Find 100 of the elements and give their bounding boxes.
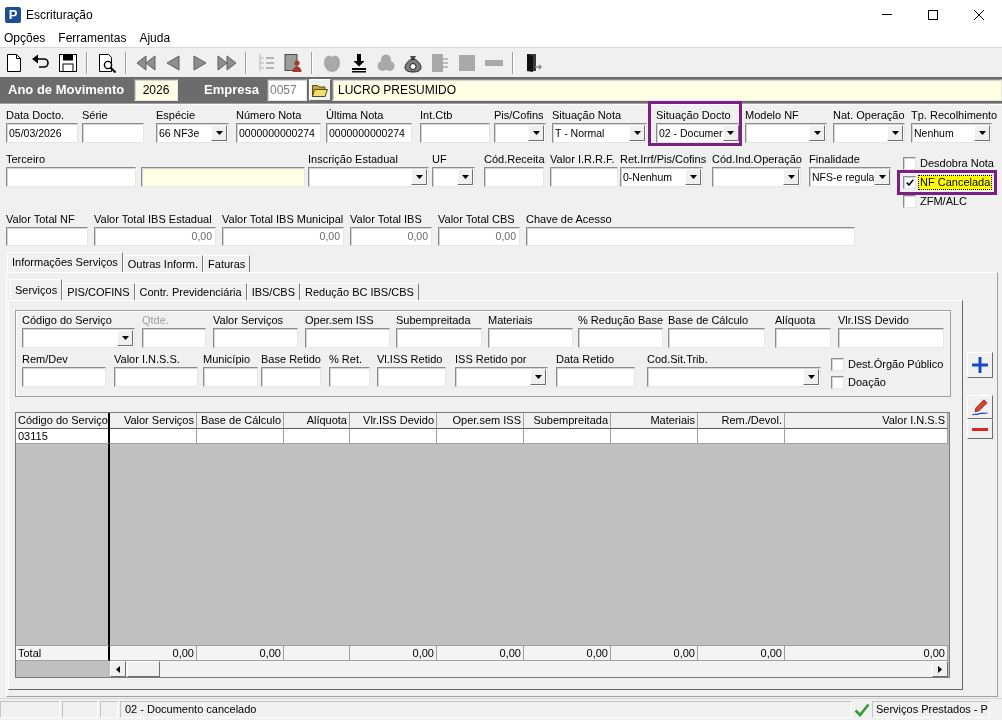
checkbox[interactable] [903, 176, 916, 189]
dropdown[interactable]: T - Normal [552, 123, 647, 143]
caret-icon [874, 169, 891, 185]
input-field[interactable] [488, 328, 573, 348]
cluster-icon [375, 52, 396, 73]
field-label: Cód.Ind.Operação [712, 152, 802, 167]
input-field[interactable] [141, 167, 305, 187]
column-header: Vlr.ISS Devido [350, 413, 437, 429]
checkbox[interactable] [903, 195, 916, 208]
input-field[interactable] [114, 367, 198, 387]
input-field[interactable]: 0,00 [94, 227, 216, 246]
input-field[interactable] [838, 328, 944, 348]
input-field[interactable] [484, 167, 544, 187]
caret-icon [722, 125, 739, 141]
input-field[interactable]: 0,00 [438, 227, 520, 246]
dropdown[interactable]: NFS-e regula [809, 167, 891, 187]
menu-item[interactable]: Opções [4, 32, 46, 44]
dropdown[interactable]: 66 NF3e [156, 123, 229, 143]
input-field[interactable] [142, 328, 206, 348]
input-field[interactable]: LUCRO PRESUMIDO [332, 79, 1002, 101]
menu-item[interactable]: Ajuda [139, 32, 171, 44]
field-label: Situação Nota [552, 108, 622, 123]
dropdown[interactable] [308, 167, 429, 187]
dropdown[interactable]: 02 - Documer [656, 123, 739, 143]
dropdown[interactable] [745, 123, 827, 143]
tab[interactable]: Redução BC IBS/CBS [300, 283, 419, 300]
input-field[interactable] [420, 123, 490, 143]
input-field[interactable] [578, 328, 663, 348]
field-label: Última Nota [326, 108, 384, 123]
checkbox-label: NF Cancelada [918, 175, 993, 190]
scrollbar-thumb[interactable] [127, 661, 160, 677]
caret-icon [629, 125, 645, 141]
field-label: % Ret. [329, 352, 362, 367]
tab[interactable]: IBS/CBS [246, 283, 301, 300]
square-icon [456, 52, 477, 73]
checkbox[interactable] [831, 375, 844, 389]
tab[interactable]: PIS/COFINS [62, 283, 135, 300]
field-label: Série [82, 108, 108, 123]
input-field[interactable] [526, 227, 855, 246]
input-field[interactable] [6, 167, 136, 187]
column-header: Oper.sem ISS [437, 413, 524, 429]
dropdown[interactable] [712, 167, 801, 187]
scroll-left-icon[interactable] [110, 661, 126, 677]
dropdown[interactable] [647, 367, 821, 387]
input-field[interactable]: 0000000000274 [236, 123, 321, 143]
input-field[interactable] [775, 328, 831, 348]
menu-item[interactable]: Ferramentas [58, 32, 127, 44]
field-label: Base Retido [261, 352, 321, 367]
bar-icon [484, 59, 503, 66]
dropdown[interactable]: Nenhum [911, 123, 992, 143]
field-label: Ret.Irrf/Pis/Cofins [620, 152, 707, 167]
tab[interactable]: Contr. Previdenciária [134, 283, 247, 300]
checkbox[interactable] [831, 357, 844, 371]
dropdown[interactable] [22, 328, 135, 348]
field-label: Qtde. [142, 313, 169, 328]
minus-icon [972, 427, 988, 431]
input-field[interactable] [377, 367, 446, 387]
input-field[interactable]: 0,00 [222, 227, 344, 246]
remove-button[interactable] [967, 419, 993, 439]
input-field[interactable] [329, 367, 370, 387]
status-panel [0, 701, 60, 718]
tab[interactable]: Serviços [10, 279, 63, 300]
input-field[interactable]: 0,00 [350, 227, 432, 246]
dropdown[interactable]: 0-Nenhum [620, 167, 703, 187]
input-field[interactable] [556, 367, 635, 387]
column-header: Rem./Devol. [698, 413, 785, 429]
input-field[interactable]: 0000000000274 [326, 123, 412, 143]
dropdown[interactable] [432, 167, 475, 187]
folder-button[interactable] [309, 79, 331, 101]
input-field[interactable] [305, 328, 390, 348]
input-field[interactable] [396, 328, 482, 348]
checkbox[interactable] [903, 157, 916, 170]
input-field[interactable] [203, 367, 258, 387]
input-field[interactable] [6, 227, 88, 246]
input-field[interactable] [550, 167, 618, 187]
tab[interactable]: Outras Inform. [122, 255, 204, 272]
field-label: Modelo NF [745, 108, 799, 123]
field-label: Valor Total IBS [350, 212, 422, 227]
field-label: Cód.Receita [484, 152, 545, 167]
add-button[interactable] [967, 352, 993, 378]
caret-icon [974, 125, 990, 141]
dropdown[interactable] [833, 123, 905, 143]
dropdown[interactable] [494, 123, 546, 143]
dropdown[interactable] [455, 367, 548, 387]
tab[interactable]: Informações Serviços [7, 252, 123, 272]
input-field[interactable] [261, 367, 321, 387]
input-field[interactable] [668, 328, 765, 348]
caret-icon [530, 369, 546, 385]
tab[interactable]: Faturas [203, 255, 251, 272]
horizontal-scrollbar[interactable] [110, 661, 948, 677]
input-field[interactable] [82, 123, 144, 143]
edit-button[interactable] [967, 395, 993, 419]
field-label: Data Retido [556, 352, 615, 367]
checkbox-label: ZFM/ALC [919, 194, 969, 209]
input-field[interactable]: 2026 [134, 79, 178, 101]
scroll-right-icon[interactable] [932, 661, 948, 677]
input-field[interactable]: 05/03/2026 [6, 123, 78, 143]
input-field[interactable] [22, 367, 106, 387]
input-field[interactable] [213, 328, 298, 348]
input-field[interactable]: 0057 [267, 79, 307, 101]
